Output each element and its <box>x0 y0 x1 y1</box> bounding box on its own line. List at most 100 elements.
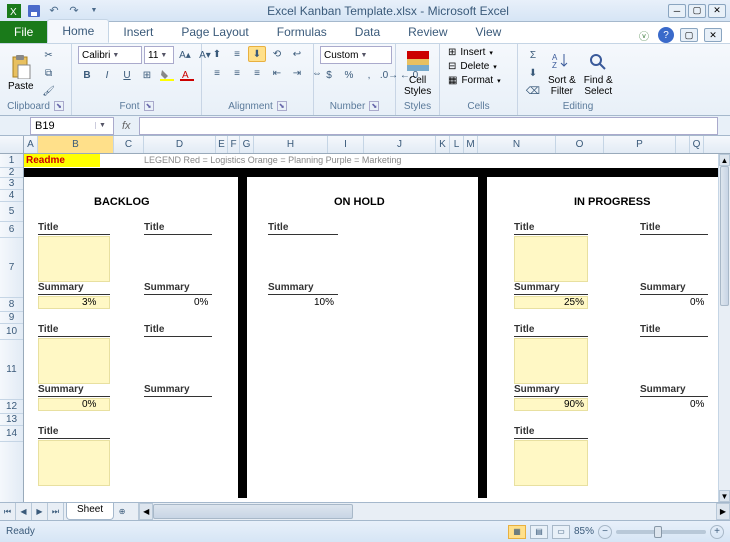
fx-icon[interactable]: fx <box>114 120 139 132</box>
formula-input[interactable] <box>139 117 718 135</box>
font-size-combo[interactable]: 11▼ <box>144 46 174 64</box>
zoom-out-button[interactable]: − <box>598 525 612 539</box>
font-launcher[interactable]: ⬊ <box>144 101 154 111</box>
sheet-nav-next-icon[interactable]: ▶ <box>32 503 48 520</box>
orientation-icon[interactable]: ⟲ <box>268 46 286 62</box>
delete-cells-button[interactable]: ⊟Delete▾ <box>446 60 499 73</box>
cells-area[interactable]: Readme LEGEND Red = Logistics Orange = P… <box>24 154 718 502</box>
col-header-A[interactable]: A <box>24 136 38 153</box>
bold-button[interactable]: B <box>78 67 96 83</box>
number-format-combo[interactable]: Custom▼ <box>320 46 392 64</box>
fill-color-button[interactable] <box>158 67 176 83</box>
tab-insert[interactable]: Insert <box>109 21 167 43</box>
sheet-nav-first-icon[interactable]: ⏮ <box>0 503 16 520</box>
card-n15[interactable] <box>514 440 588 486</box>
insert-cells-button[interactable]: ⊞Insert▾ <box>446 46 495 59</box>
alignment-launcher[interactable]: ⬊ <box>277 101 287 111</box>
col-header-O[interactable]: O <box>556 136 604 153</box>
increase-indent-icon[interactable]: ⇥ <box>288 65 306 81</box>
format-cells-button[interactable]: ▦Format▾ <box>446 74 503 87</box>
tab-view[interactable]: View <box>462 21 516 43</box>
close-button[interactable]: ✕ <box>708 4 726 18</box>
card-n7[interactable] <box>514 236 588 282</box>
scroll-left-icon[interactable]: ◀ <box>139 503 153 520</box>
sort-filter-button[interactable]: AZ Sort & Filter <box>546 47 578 99</box>
col-header-B[interactable]: B <box>38 136 114 153</box>
number-launcher[interactable]: ⬊ <box>369 101 379 111</box>
view-page-break-icon[interactable]: ▭ <box>552 525 570 539</box>
col-header-K[interactable]: K <box>436 136 450 153</box>
save-icon[interactable] <box>26 3 42 19</box>
restore-workbook-button[interactable]: ▢ <box>680 28 698 42</box>
scroll-right-icon[interactable]: ▶ <box>716 503 730 520</box>
row-header-4[interactable]: 4 <box>0 190 23 202</box>
name-box-input[interactable] <box>31 120 95 132</box>
col-header-N[interactable]: N <box>478 136 556 153</box>
zoom-percent[interactable]: 85% <box>574 526 594 537</box>
select-all-corner[interactable] <box>0 136 24 153</box>
accounting-format-icon[interactable]: $ <box>320 67 338 83</box>
col-header-G[interactable]: G <box>240 136 254 153</box>
row-header-3[interactable]: 3 <box>0 178 23 190</box>
autosum-icon[interactable]: Σ <box>524 47 542 63</box>
row-header-2[interactable]: 2 <box>0 168 23 178</box>
new-sheet-icon[interactable]: ⊕ <box>114 503 130 520</box>
col-header-C[interactable]: C <box>114 136 144 153</box>
comma-format-icon[interactable]: , <box>360 67 378 83</box>
name-box-dropdown-icon[interactable]: ▼ <box>95 122 109 129</box>
clear-icon[interactable]: ⌫ <box>524 83 542 99</box>
maximize-button[interactable]: ▢ <box>688 4 706 18</box>
cut-icon[interactable]: ✂ <box>40 47 58 63</box>
hscroll-thumb[interactable] <box>153 504 353 519</box>
card-n11[interactable] <box>514 338 588 384</box>
card-b15[interactable] <box>38 440 110 486</box>
tab-data[interactable]: Data <box>341 21 394 43</box>
vscroll-thumb[interactable] <box>720 166 729 306</box>
row-header-14[interactable]: 14 <box>0 426 23 442</box>
font-family-combo[interactable]: Calibri▼ <box>78 46 142 64</box>
name-box[interactable]: ▼ <box>30 117 114 135</box>
cell-styles-button[interactable]: Cell Styles <box>402 47 433 99</box>
card-b7[interactable] <box>38 236 110 282</box>
row-header-12[interactable]: 12 <box>0 400 23 414</box>
row-header-1[interactable]: 1 <box>0 154 23 168</box>
row-header-8[interactable]: 8 <box>0 298 23 312</box>
col-header-L[interactable]: L <box>450 136 464 153</box>
format-painter-icon[interactable]: 🖌 <box>40 83 58 99</box>
zoom-slider[interactable] <box>616 530 706 534</box>
scroll-down-icon[interactable]: ▼ <box>719 490 730 502</box>
col-header-M[interactable]: M <box>464 136 478 153</box>
col-header-D[interactable]: D <box>144 136 216 153</box>
col-header-H[interactable]: H <box>254 136 328 153</box>
close-workbook-button[interactable]: ✕ <box>704 28 722 42</box>
row-header-9[interactable]: 9 <box>0 312 23 324</box>
minimize-ribbon-icon[interactable]: ⓥ <box>636 27 652 43</box>
help-icon[interactable]: ? <box>658 27 674 43</box>
zoom-slider-thumb[interactable] <box>654 526 662 538</box>
align-top-icon[interactable]: ⬆ <box>208 46 226 62</box>
italic-button[interactable]: I <box>98 67 116 83</box>
tab-formulas[interactable]: Formulas <box>263 21 341 43</box>
copy-icon[interactable]: ⧉ <box>40 65 58 81</box>
font-color-button[interactable]: A <box>178 67 196 83</box>
view-normal-icon[interactable]: ▦ <box>508 525 526 539</box>
tab-page-layout[interactable]: Page Layout <box>167 21 262 43</box>
percent-format-icon[interactable]: % <box>340 67 358 83</box>
minimize-button[interactable]: ─ <box>668 4 686 18</box>
zoom-in-button[interactable]: + <box>710 525 724 539</box>
row-header-7[interactable]: 7 <box>0 238 23 298</box>
col-header-I[interactable]: I <box>328 136 364 153</box>
align-right-icon[interactable]: ≡ <box>248 65 266 81</box>
underline-button[interactable]: U <box>118 67 136 83</box>
col-header-E[interactable]: E <box>216 136 228 153</box>
clipboard-launcher[interactable]: ⬊ <box>54 101 64 111</box>
col-header-P[interactable]: P <box>604 136 676 153</box>
redo-icon[interactable]: ↷ <box>66 3 82 19</box>
col-header-F[interactable]: F <box>228 136 240 153</box>
view-page-layout-icon[interactable]: ▤ <box>530 525 548 539</box>
col-header-[interactable] <box>676 136 690 153</box>
sheet-nav-prev-icon[interactable]: ◀ <box>16 503 32 520</box>
row-header-13[interactable]: 13 <box>0 414 23 426</box>
scroll-up-icon[interactable]: ▲ <box>719 154 730 166</box>
horizontal-scrollbar[interactable]: ◀ ▶ <box>138 503 730 520</box>
